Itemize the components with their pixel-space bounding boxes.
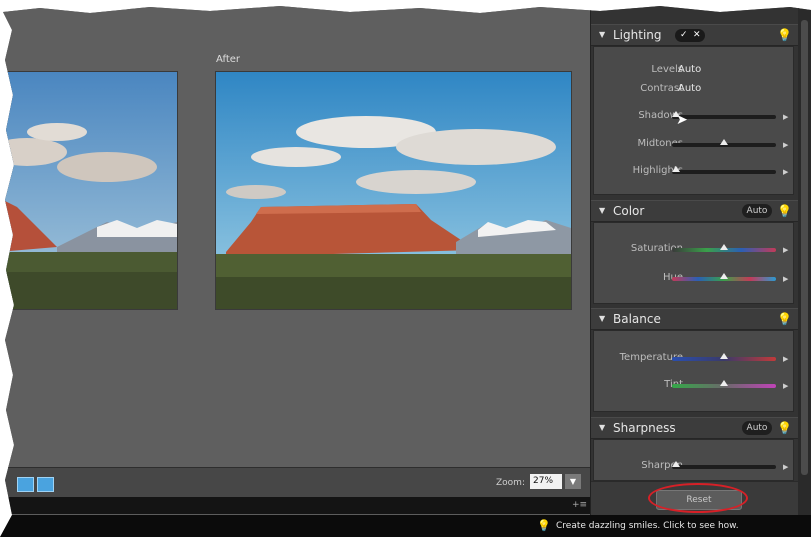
lighting-title: Lighting <box>613 28 662 42</box>
contrast-label: Contrast <box>640 83 683 94</box>
lightbulb-icon[interactable]: 💡 <box>777 421 792 435</box>
before-photo <box>0 71 178 310</box>
after-label: After <box>216 54 241 65</box>
midtones-arrow-icon[interactable]: ▶ <box>783 141 788 149</box>
highlights-arrow-icon[interactable]: ▶ <box>783 168 788 176</box>
view-compare-icon[interactable] <box>37 477 54 492</box>
balance-title: Balance <box>613 312 661 326</box>
contrast-auto-button[interactable]: Auto <box>678 83 701 94</box>
sharpness-header[interactable]: ▼ Sharpness Auto 💡 <box>591 417 798 439</box>
slider-knob[interactable] <box>720 244 728 250</box>
shadows-arrow-icon[interactable]: ▶ <box>783 113 788 121</box>
levels-auto-button[interactable]: Auto <box>678 64 701 75</box>
after-photo <box>215 71 572 310</box>
saturation-arrow-icon[interactable]: ▶ <box>783 246 788 254</box>
lighting-header[interactable]: ▼ Lighting ✓ ✕ 💡 <box>591 24 798 46</box>
tint-arrow-icon[interactable]: ▶ <box>783 382 788 390</box>
app-window: After Zoom: 27% ▼ +≡ ▼ Lighting ✓ ✕ 💡 Le… <box>0 6 811 537</box>
lightbulb-icon[interactable]: 💡 <box>777 312 792 326</box>
cancel-x-icon[interactable]: ✕ <box>693 29 701 42</box>
scrollbar-thumb[interactable] <box>801 20 808 475</box>
filmstrip-bar <box>0 497 590 514</box>
collapse-triangle-icon[interactable]: ▼ <box>599 206 605 215</box>
sharpness-auto-button[interactable]: Auto <box>742 421 772 435</box>
zoom-input[interactable]: 27% <box>530 474 562 489</box>
slider-knob[interactable] <box>672 166 680 172</box>
color-header[interactable]: ▼ Color Auto 💡 <box>591 200 798 222</box>
collapse-triangle-icon[interactable]: ▼ <box>599 314 605 323</box>
sharpen-arrow-icon[interactable]: ▶ <box>783 463 788 471</box>
commit-cancel-toggle[interactable]: ✓ ✕ <box>675 29 705 42</box>
sharpen-slider[interactable] <box>672 465 776 469</box>
highlight-annotation-circle <box>648 483 748 513</box>
tip-link[interactable]: Create dazzling smiles. Click to see how… <box>556 521 739 531</box>
check-icon[interactable]: ✓ <box>680 29 688 42</box>
lightbulb-icon[interactable]: 💡 <box>777 28 792 42</box>
sharpness-section <box>593 439 794 481</box>
balance-header[interactable]: ▼ Balance 💡 <box>591 308 798 330</box>
zoom-label: Zoom: <box>496 478 525 488</box>
slider-knob[interactable] <box>720 139 728 145</box>
collapse-triangle-icon[interactable]: ▼ <box>599 30 605 39</box>
view-single-icon[interactable] <box>17 477 34 492</box>
color-title: Color <box>613 204 645 218</box>
slider-knob[interactable] <box>720 273 728 279</box>
slider-knob[interactable] <box>720 353 728 359</box>
color-section <box>593 222 794 304</box>
balance-section <box>593 330 794 412</box>
sharpness-title: Sharpness <box>613 421 676 435</box>
temperature-arrow-icon[interactable]: ▶ <box>783 355 788 363</box>
slider-knob[interactable] <box>672 461 680 467</box>
color-auto-button[interactable]: Auto <box>742 204 772 218</box>
slider-knob[interactable] <box>720 380 728 386</box>
zoom-dropdown-button[interactable]: ▼ <box>565 474 581 489</box>
lightbulb-icon[interactable]: 💡 <box>777 204 792 218</box>
collapse-triangle-icon[interactable]: ▼ <box>599 423 605 432</box>
slider-knob[interactable] <box>672 111 680 117</box>
highlights-slider[interactable] <box>672 170 776 174</box>
expand-icon[interactable]: +≡ <box>572 500 587 510</box>
hue-arrow-icon[interactable]: ▶ <box>783 275 788 283</box>
tip-lightbulb-icon[interactable]: 💡 <box>537 519 551 532</box>
